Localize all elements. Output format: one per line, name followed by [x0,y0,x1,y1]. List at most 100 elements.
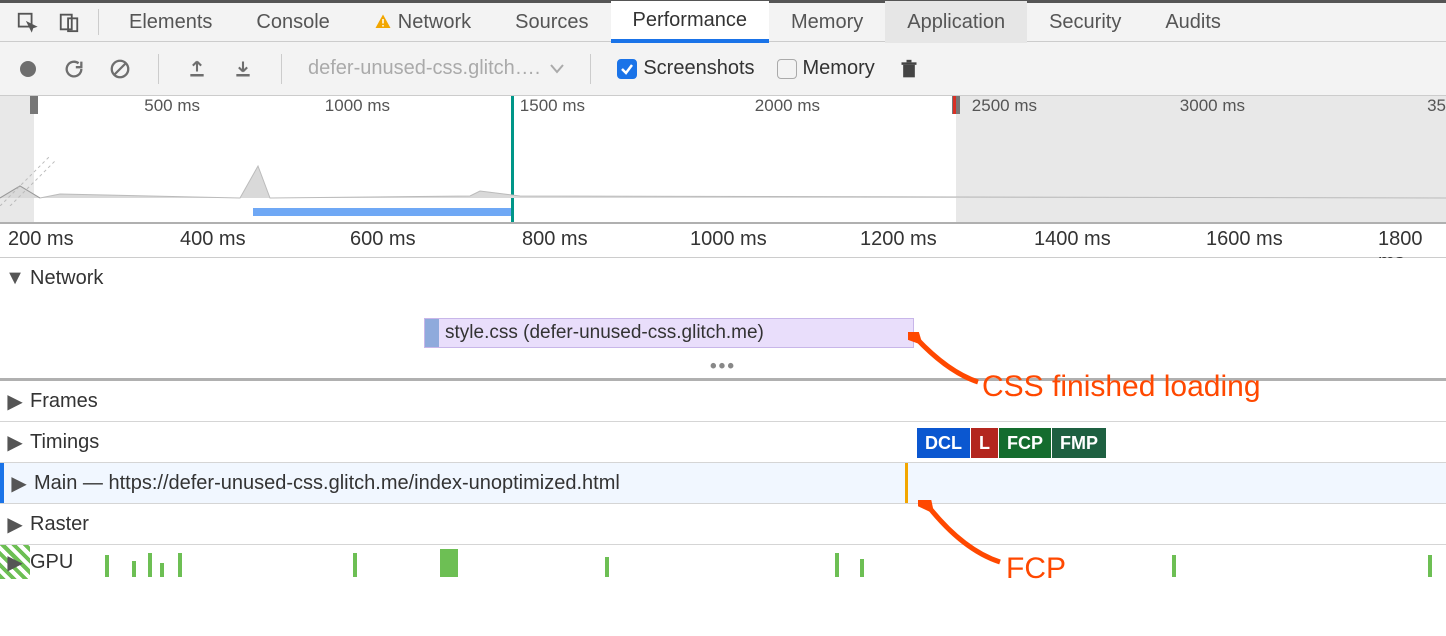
devtools-tabstrip: Elements Console Network Sources Perform… [0,0,1446,42]
tab-label: Sources [515,1,588,43]
main-url: https://defer-unused-css.glitch.me/index… [108,472,619,494]
tab-label: Console [256,1,329,43]
overview-tick: 35 [1427,96,1446,116]
disclosure-right-icon: ▶ [8,555,22,569]
gpu-task [835,553,839,577]
checkbox-label: Screenshots [643,57,754,80]
tab-label: Network [398,1,471,43]
detail-ruler[interactable]: 200 ms 400 ms 600 ms 800 ms 1000 ms 1200… [0,224,1446,258]
gpu-task [148,553,152,577]
gpu-task [132,561,136,577]
gpu-task [440,549,458,577]
annotation-css-loaded: CSS finished loading [982,370,1261,404]
annotation-arrow [908,332,988,392]
disclosure-right-icon: ▶ [12,476,26,490]
track-raster: ▶ Raster [0,504,1446,545]
overview-tick: 1500 ms [520,96,585,116]
separator [98,9,99,35]
tracks-container: ▼ Network style.css (defer-unused-css.gl… [0,258,1446,579]
ruler-tick: 800 ms [522,228,588,251]
device-toggle-icon[interactable] [48,1,90,43]
clear-button[interactable] [108,57,132,81]
track-label: Raster [30,513,89,536]
gpu-task [353,553,357,577]
overview-timeline[interactable]: 500 ms 1000 ms 1500 ms 2000 ms 2500 ms 3… [0,96,1446,224]
gpu-task [178,553,182,577]
track-network: ▼ Network style.css (defer-unused-css.gl… [0,258,1446,381]
track-gpu: ▶ GPU [0,545,1446,579]
save-profile-button[interactable] [231,57,255,81]
overview-tick: 500 ms [144,96,200,116]
track-label: Timings [30,431,99,454]
tab-label: Memory [791,1,863,43]
checkbox-icon [777,59,797,79]
session-selector[interactable]: defer-unused-css.glitch…. [308,57,564,80]
warning-icon [374,13,392,31]
tab-security[interactable]: Security [1027,1,1143,43]
session-label: defer-unused-css.glitch…. [308,57,540,80]
tab-console[interactable]: Console [234,1,351,43]
performance-toolbar: defer-unused-css.glitch…. Screenshots Me… [0,42,1446,96]
tab-sources[interactable]: Sources [493,1,610,43]
track-header-raster[interactable]: ▶ Raster [0,504,1446,544]
badge-fmp[interactable]: FMP [1052,428,1107,458]
disclosure-right-icon: ▶ [8,394,22,408]
chevron-down-icon [550,64,564,74]
overview-handle-left[interactable] [30,96,38,114]
record-button[interactable] [16,57,40,81]
tab-label: Elements [129,1,212,43]
gpu-task [160,563,164,577]
main-marker-yellow [905,463,908,503]
gc-button[interactable] [897,57,921,81]
ruler-tick: 200 ms [8,228,74,251]
tab-network[interactable]: Network [352,1,493,43]
gpu-task [105,555,109,577]
load-profile-button[interactable] [185,57,209,81]
tab-application[interactable]: Application [885,1,1027,43]
network-lane[interactable]: style.css (defer-unused-css.glitch.me) •… [0,298,1446,378]
track-header-gpu[interactable]: ▶ GPU [0,545,1446,579]
tab-elements[interactable]: Elements [107,1,234,43]
overview-load-bar [253,208,511,216]
checkbox-label: Memory [803,57,875,80]
annotation-fcp: FCP [1006,552,1066,586]
gpu-task [1428,555,1432,577]
tab-performance[interactable]: Performance [611,1,770,43]
annotation-arrow [918,500,1008,570]
overview-plot [0,146,1446,206]
request-label: style.css (defer-unused-css.glitch.me) [445,322,764,344]
checkbox-icon [617,59,637,79]
disclosure-right-icon: ▶ [8,435,22,449]
network-request-bar[interactable]: style.css (defer-unused-css.glitch.me) [424,318,914,348]
tab-label: Application [907,1,1005,43]
track-header-main[interactable]: ▶ Main — https://defer-unused-css.glitch… [0,463,1446,503]
screenshots-checkbox[interactable]: Screenshots [617,57,754,80]
more-indicator: ••• [710,356,736,378]
tab-label: Performance [633,0,748,41]
overview-tick: 3000 ms [1180,96,1245,116]
track-label: Main — https://defer-unused-css.glitch.m… [34,472,620,495]
memory-checkbox[interactable]: Memory [777,57,875,80]
tab-audits[interactable]: Audits [1143,1,1243,43]
gpu-task [605,557,609,577]
overview-tick: 1000 ms [325,96,390,116]
disclosure-right-icon: ▶ [8,517,22,531]
ruler-tick: 1400 ms [1034,228,1111,251]
overview-marker-red [953,96,956,114]
badge-fcp[interactable]: FCP [999,428,1052,458]
ruler-tick: 1200 ms [860,228,937,251]
track-label: Frames [30,390,98,413]
tab-memory[interactable]: Memory [769,1,885,43]
inspect-icon[interactable] [6,1,48,43]
ruler-tick: 400 ms [180,228,246,251]
timing-badges: DCL L FCP FMP [917,428,1107,458]
track-header-timings[interactable]: ▶ Timings DCL L FCP FMP [0,422,1446,462]
gpu-task [1172,555,1176,577]
track-header-network[interactable]: ▼ Network [0,258,1446,298]
tab-label: Security [1049,1,1121,43]
ruler-tick: 1000 ms [690,228,767,251]
overview-tick: 2000 ms [755,96,820,116]
badge-dcl[interactable]: DCL [917,428,971,458]
badge-load[interactable]: L [971,428,999,458]
reload-button[interactable] [62,57,86,81]
